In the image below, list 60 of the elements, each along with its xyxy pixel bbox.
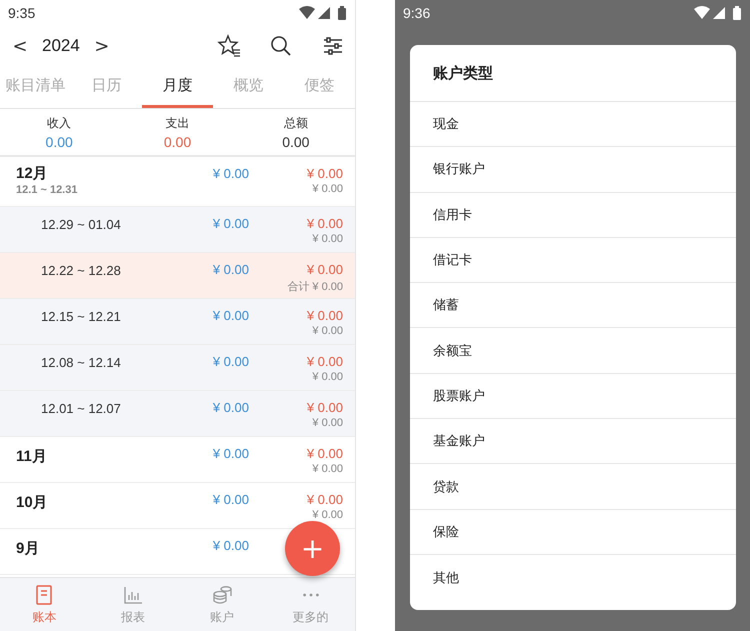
summary-label: 总额 <box>284 114 308 132</box>
month-label: 9月 <box>16 539 40 558</box>
summary-value: 0.00 <box>164 134 192 150</box>
expense-amount: ¥ 0.00 <box>306 446 343 461</box>
month-label: 12月 12.1 ~ 12.31 <box>16 157 149 196</box>
week-row[interactable]: 12.15 ~ 12.21 ¥ 0.00 ¥ 0.00 ¥ 0.00 <box>0 299 355 345</box>
date-range: 12.1 ~ 12.31 <box>16 184 78 196</box>
week-row[interactable]: 12.22 ~ 12.28 ¥ 0.00 ¥ 0.00 合计 ¥ 0.00 <box>0 253 355 299</box>
income-amount: ¥ 0.00 <box>212 165 249 181</box>
income-amount: ¥ 0.00 <box>212 445 249 461</box>
star-list-icon[interactable] <box>217 34 241 58</box>
battery-icon <box>337 6 347 20</box>
previous-year-button[interactable]: < <box>10 36 30 56</box>
summary-value: 0.00 <box>282 134 310 150</box>
status-time: 9:35 <box>8 5 36 21</box>
expense-amount: ¥ 0.00 <box>306 166 343 181</box>
battery-icon <box>732 6 742 20</box>
expense-amount: ¥ 0.00 <box>306 354 343 369</box>
tab[interactable]: 月度 <box>142 66 213 108</box>
status-time: 9:36 <box>403 5 430 21</box>
income-amount: ¥ 0.00 <box>212 537 249 553</box>
total-amount: ¥ 0.00 <box>312 463 343 475</box>
week-range: 12.29 ~ 01.04 <box>41 216 122 232</box>
week-range: 12.08 ~ 12.14 <box>41 354 122 370</box>
week-row[interactable]: 12.29 ~ 01.04 ¥ 0.00 ¥ 0.00 ¥ 0.00 <box>0 207 355 253</box>
week-row[interactable]: 12.01 ~ 12.07 ¥ 0.00 ¥ 0.00 ¥ 0.00 <box>0 391 355 437</box>
summary-label: 收入 <box>47 114 72 132</box>
total-amount: 合计 ¥ 0.00 <box>287 280 343 294</box>
expense-amount: ¥ 0.00 <box>306 262 343 277</box>
expense-amount: ¥ 0.00 <box>306 308 343 323</box>
total-amount: ¥ 0.00 <box>312 233 343 245</box>
summary-label: 支出 <box>165 114 190 132</box>
total-amount: ¥ 0.00 <box>312 371 343 383</box>
total-amount: ¥ 0.00 <box>312 509 343 521</box>
income-amount: ¥ 0.00 <box>212 261 249 277</box>
total-amount: ¥ 0.00 <box>312 183 343 195</box>
income-amount: ¥ 0.00 <box>212 307 249 323</box>
more-icon <box>302 592 319 596</box>
search-icon[interactable] <box>269 34 293 58</box>
income-amount: ¥ 0.00 <box>212 215 249 231</box>
week-range: 12.01 ~ 12.07 <box>41 400 122 416</box>
month-label: 11月 <box>16 447 48 466</box>
week-range: 12.22 ~ 12.28 <box>41 262 122 278</box>
coins-icon <box>210 584 233 606</box>
year-label: 2024 <box>42 36 80 56</box>
expense-amount: ¥ 0.00 <box>306 492 343 507</box>
next-year-button[interactable]: > <box>92 36 112 56</box>
income-amount: ¥ 0.00 <box>212 353 249 369</box>
summary-value: 0.00 <box>46 134 73 150</box>
wifi-icon <box>694 6 710 20</box>
wifi-icon <box>299 6 315 20</box>
expense-amount: ¥ 0.00 <box>306 400 343 415</box>
income-amount: ¥ 0.00 <box>212 399 249 415</box>
expense-amount: ¥ 0.00 <box>306 216 343 231</box>
total-amount: ¥ 0.00 <box>312 417 343 429</box>
total-amount: ¥ 0.00 <box>312 325 343 337</box>
week-row[interactable]: 12.08 ~ 12.14 ¥ 0.00 ¥ 0.00 ¥ 0.00 <box>0 345 355 391</box>
month-label: 10月 <box>16 493 49 512</box>
income-amount: ¥ 0.00 <box>212 491 249 507</box>
week-range: 12.15 ~ 12.21 <box>41 308 122 324</box>
